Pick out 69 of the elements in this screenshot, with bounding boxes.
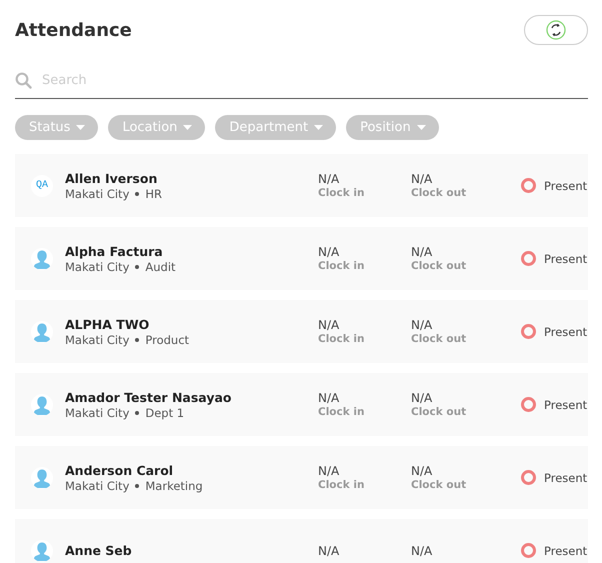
clock-label: Clock in (318, 406, 366, 418)
person-silhouette-icon (31, 320, 53, 342)
separator-dot (135, 264, 140, 268)
clock-label: Clock out (411, 333, 468, 345)
department-text: Audit (145, 260, 176, 274)
status-text: Present (544, 252, 588, 266)
employee-row[interactable]: Alpha Factura Makati City Audit N/A Clock in N/A Clock out Present (15, 227, 588, 290)
page-title: Attendance (15, 20, 132, 40)
status-text: Present (544, 470, 588, 484)
clock-time: N/A (411, 464, 434, 478)
person-silhouette-icon (31, 540, 53, 562)
status-text: Present (544, 178, 588, 192)
location-text: Makati City (65, 478, 130, 492)
employee-name: Alpha Factura (65, 244, 164, 258)
person-silhouette-icon (31, 466, 53, 488)
clock-time: N/A (411, 245, 434, 259)
employee-row[interactable]: Anne Seb N/A N/A Present (15, 519, 588, 563)
clock-time: N/A (318, 544, 340, 558)
clock-time: N/A (318, 318, 340, 332)
employee-name: Anderson Carol (65, 462, 174, 478)
employee-name: Allen Iverson (65, 170, 158, 186)
separator-dot (135, 410, 140, 414)
status-text: Present (544, 544, 588, 558)
location-text: Makati City (65, 186, 130, 200)
clock-time: N/A (318, 391, 340, 405)
caret-icon (416, 125, 426, 130)
department-text: Product (145, 332, 190, 346)
employee-name: Amador Tester Nasayao (65, 390, 232, 404)
clock-label: Clock in (318, 260, 366, 272)
employee-name: ALPHA TWO (65, 316, 150, 332)
location-text: Makati City (65, 332, 130, 346)
employee-row[interactable]: QA Allen Iverson Makati City HR N/A Clock in N/A Clock out Present (15, 154, 588, 217)
caret-icon (183, 125, 192, 130)
location-text: Makati City (65, 260, 130, 274)
status-text: Present (544, 398, 588, 412)
clock-time: N/A (411, 391, 434, 405)
employee-row[interactable]: Amador Tester Nasayao Makati City Dept 1 N/A Clock in N/A Clock out Present (15, 373, 588, 436)
department-text: Marketing (145, 478, 203, 492)
separator-dot (135, 484, 140, 488)
clock-label: Clock out (411, 260, 468, 272)
clock-label: Clock out (411, 187, 468, 199)
refresh-button[interactable] (524, 15, 588, 45)
employee-name: Anne Seb (65, 543, 133, 558)
avatar: QA (31, 174, 53, 196)
department-text: Dept 1 (145, 406, 184, 420)
caret-icon (314, 125, 324, 130)
search-icon (15, 72, 32, 88)
employee-row[interactable]: Anderson Carol Makati City Marketing N/A Clock in N/A Clock out Present (15, 446, 588, 509)
clock-label: Clock out (411, 479, 468, 491)
clock-time: N/A (318, 464, 340, 478)
clock-time: N/A (411, 172, 434, 186)
clock-label: Clock in (318, 187, 366, 199)
status-text: Present (544, 324, 588, 338)
clock-time: N/A (318, 172, 340, 186)
separator-dot (135, 338, 140, 342)
clock-time: N/A (411, 318, 434, 332)
clock-label: Clock in (318, 333, 366, 345)
clock-time: N/A (411, 544, 434, 558)
clock-label: Clock in (318, 479, 366, 491)
separator-dot (135, 192, 140, 196)
person-silhouette-icon (31, 248, 53, 270)
employee-row[interactable]: ALPHA TWO Makati City Product N/A Clock in N/A Clock out Present (15, 300, 588, 363)
person-silhouette-icon (31, 394, 53, 416)
refresh-icon (546, 20, 566, 40)
caret-icon (76, 125, 86, 130)
clock-label: Clock out (411, 406, 468, 418)
clock-time: N/A (318, 245, 340, 259)
department-text: HR (145, 186, 162, 200)
location-text: Makati City (65, 406, 130, 420)
